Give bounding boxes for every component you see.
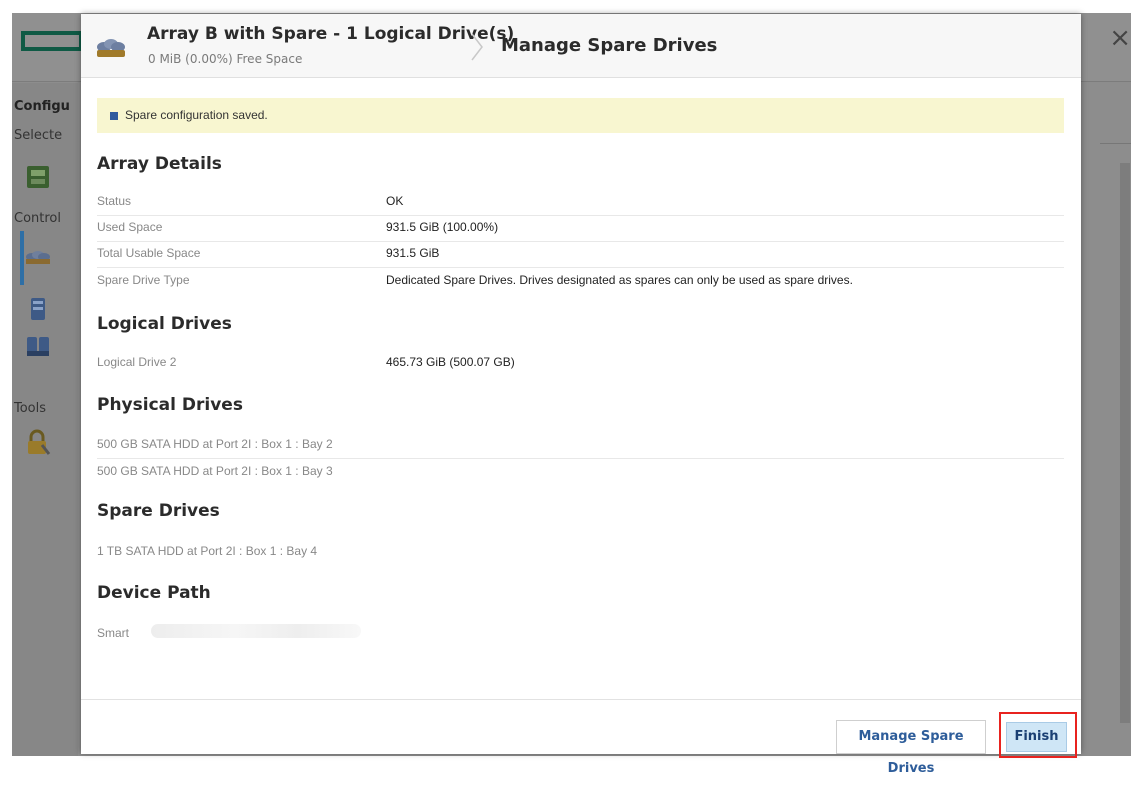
- device-path-value: Smart: [97, 626, 130, 640]
- detail-row: Used Space 931.5 GiB (100.00%): [97, 215, 1064, 242]
- detail-row: Spare Drive Type Dedicated Spare Drives.…: [97, 268, 1064, 294]
- array-title: Array B with Spare - 1 Logical Drive(s): [147, 24, 515, 44]
- sidebar-label-controller: Control: [14, 211, 61, 226]
- detail-value: OK: [386, 194, 404, 208]
- section-heading-physical-drives: Physical Drives: [97, 395, 243, 415]
- notice-status-icon: [110, 112, 118, 120]
- detail-row: 1 TB SATA HDD at Port 2I : Box 1 : Bay 4: [97, 539, 1064, 565]
- detail-row: Smart: [97, 621, 1064, 647]
- success-notice: Spare configuration saved.: [97, 98, 1064, 133]
- dialog-header: Array B with Spare - 1 Logical Drive(s) …: [81, 14, 1081, 78]
- section-heading-array-details: Array Details: [97, 154, 222, 174]
- caption-strip: [0, 0, 1131, 13]
- manage-spare-drives-button[interactable]: Manage Spare Drives: [836, 720, 986, 776]
- detail-row: 500 GB SATA HDD at Port 2I : Box 1 : Bay…: [97, 459, 1064, 485]
- array-icon[interactable]: [24, 243, 52, 271]
- detail-value: 931.5 GiB: [386, 246, 440, 260]
- section-heading-device-path: Device Path: [97, 583, 211, 603]
- detail-key: Used Space: [97, 220, 163, 234]
- logical-drive-icon[interactable]: [24, 295, 52, 323]
- section-heading-spare-drives: Spare Drives: [97, 501, 220, 521]
- sidebar-label-selected: Selecte: [14, 128, 63, 143]
- detail-row: 500 GB SATA HDD at Port 2I : Box 1 : Bay…: [97, 432, 1064, 459]
- detail-key: Logical Drive 2: [97, 355, 177, 369]
- detail-value: Dedicated Spare Drives. Drives designate…: [386, 273, 853, 287]
- detail-key: Status: [97, 194, 132, 208]
- redacted-area: [151, 624, 361, 638]
- detail-key: 500 GB SATA HDD at Port 2I : Box 1 : Bay…: [97, 464, 333, 478]
- detail-key: 500 GB SATA HDD at Port 2I : Box 1 : Bay…: [97, 437, 333, 451]
- background-scrollbar[interactable]: [1120, 163, 1130, 723]
- section-heading-logical-drives: Logical Drives: [97, 314, 232, 334]
- app-sidebar: Configu Selecte Control Tools: [12, 83, 78, 756]
- page-title: Manage Spare Drives: [501, 35, 718, 56]
- array-free-space: 0 MiB (0.00%) Free Space: [148, 52, 303, 66]
- manage-spare-drives-dialog: Array B with Spare - 1 Logical Drive(s) …: [81, 14, 1081, 776]
- detail-row: Logical Drive 2 465.73 GiB (500.07 GB): [97, 350, 1064, 376]
- array-icon: [97, 39, 125, 57]
- lock-tools-icon[interactable]: [24, 429, 52, 457]
- breadcrumb-chevron-icon: [471, 33, 483, 61]
- detail-value: 931.5 GiB (100.00%): [386, 220, 499, 234]
- dialog-footer: Manage Spare Drives Finish: [81, 699, 1081, 776]
- detail-value: 465.73 GiB (500.07 GB): [386, 355, 515, 369]
- detail-key: Total Usable Space: [97, 246, 201, 260]
- detail-row: Total Usable Space 931.5 GiB: [97, 241, 1064, 268]
- server-icon[interactable]: [24, 163, 52, 191]
- notice-text: Spare configuration saved.: [125, 108, 268, 122]
- detail-key: Spare Drive Type: [97, 273, 190, 287]
- physical-drive-icon[interactable]: [24, 333, 52, 361]
- detail-key: 1 TB SATA HDD at Port 2I : Box 1 : Bay 4: [97, 544, 318, 558]
- hpe-logo: [21, 31, 83, 51]
- sidebar-label-configure: Configu: [14, 99, 70, 114]
- detail-row: Status OK: [97, 189, 1064, 216]
- sidebar-label-tools: Tools: [14, 401, 47, 416]
- finish-button[interactable]: Finish: [1006, 722, 1067, 752]
- background-divider: [1100, 143, 1131, 144]
- app-close-icon[interactable]: ×: [1109, 23, 1131, 53]
